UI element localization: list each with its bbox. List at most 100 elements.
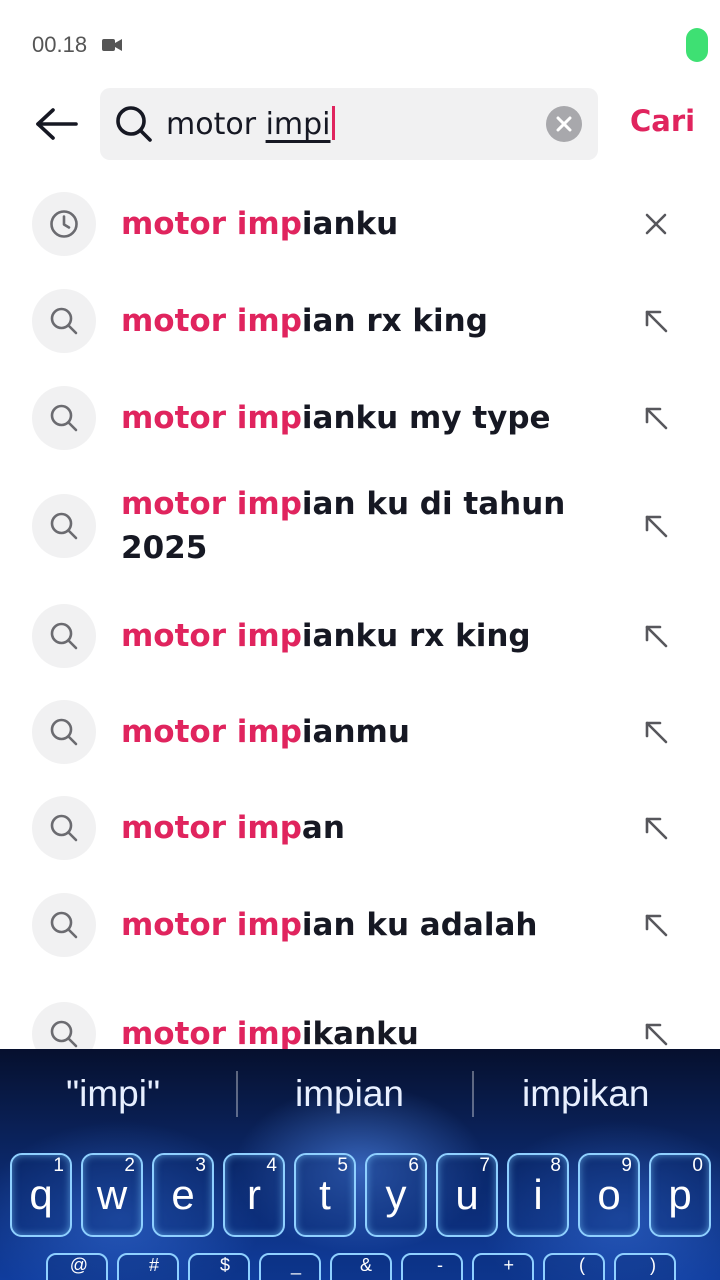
- key-row2[interactable]: @: [46, 1253, 108, 1280]
- suggestion-rest: ianku: [301, 206, 399, 242]
- key-row2[interactable]: _: [259, 1253, 321, 1280]
- divider: [472, 1071, 474, 1117]
- suggestion-match: motor imp: [121, 810, 302, 846]
- arrow-up-left-icon: [645, 817, 668, 840]
- search-submit-button[interactable]: Cari: [630, 104, 695, 138]
- suggestion-row[interactable]: motor impianmu: [0, 700, 720, 764]
- suggestion-row[interactable]: motor impianku: [0, 192, 720, 256]
- suggestion-row[interactable]: motor impian ku adalah: [0, 893, 720, 957]
- suggestion-icon-wrap: [32, 604, 96, 668]
- key-p[interactable]: 0p: [649, 1153, 711, 1237]
- key-row2[interactable]: ): [614, 1253, 676, 1280]
- suggestion-rest: ian rx king: [301, 303, 488, 339]
- suggestion-icon-wrap: [32, 494, 96, 558]
- search-icon: [50, 404, 78, 432]
- key-secondary-label: +: [503, 1255, 514, 1275]
- key-label: o: [597, 1171, 621, 1218]
- key-t[interactable]: 5t: [294, 1153, 356, 1237]
- arrow-up-left-icon: [645, 625, 668, 648]
- key-label: p: [668, 1171, 692, 1218]
- suggestion-row[interactable]: motor impianku my type: [0, 386, 720, 450]
- suggestion-text: motor impianku my type: [121, 396, 581, 440]
- suggestion-match: motor imp: [121, 714, 302, 750]
- arrow-up-left-icon: [645, 310, 668, 333]
- key-w[interactable]: 2w: [81, 1153, 143, 1237]
- key-e[interactable]: 3e: [152, 1153, 214, 1237]
- key-secondary-label: _: [290, 1255, 301, 1275]
- suggestion-row[interactable]: motor impian rx king: [0, 289, 720, 353]
- suggestion-text: motor impian ku di tahun 2025: [121, 482, 581, 570]
- key-label: w: [96, 1171, 128, 1218]
- search-query-prefix: motor: [166, 107, 266, 142]
- suggestion-match: motor imp: [121, 206, 302, 242]
- keyboard-suggestion[interactable]: "impi": [66, 1073, 160, 1115]
- suggestion-rest: ianmu: [301, 714, 410, 750]
- suggestion-icon-wrap: [32, 192, 96, 256]
- key-row2[interactable]: #: [117, 1253, 179, 1280]
- key-secondary-label: #: [148, 1255, 159, 1275]
- suggestion-rest: ikanku: [301, 1016, 419, 1052]
- remove-history-button[interactable]: [632, 200, 680, 248]
- key-u[interactable]: 7u: [436, 1153, 498, 1237]
- suggestion-icon-wrap: [32, 893, 96, 957]
- key-secondary-label: @: [69, 1255, 88, 1275]
- status-time: 00.18: [32, 32, 88, 57]
- video-camera-icon: [102, 39, 122, 51]
- battery-indicator: [686, 28, 708, 62]
- arrow-up-left-icon: [645, 721, 668, 744]
- suggestion-icon-wrap: [32, 386, 96, 450]
- search-query[interactable]: motor impi: [166, 106, 335, 143]
- key-secondary-label: ): [650, 1255, 656, 1275]
- suggestion-row[interactable]: motor impianku rx king: [0, 604, 720, 668]
- fill-query-button[interactable]: [632, 901, 680, 949]
- key-i[interactable]: 8i: [507, 1153, 569, 1237]
- suggestion-match: motor imp: [121, 400, 302, 436]
- suggestion-row[interactable]: motor impan: [0, 796, 720, 860]
- key-row2[interactable]: -: [401, 1253, 463, 1280]
- keyboard-suggestion[interactable]: impian: [295, 1073, 404, 1115]
- suggestion-icon-wrap: [32, 289, 96, 353]
- search-icon: [50, 814, 78, 842]
- key-row2[interactable]: (: [543, 1253, 605, 1280]
- key-row2[interactable]: +: [472, 1253, 534, 1280]
- suggestion-match: motor imp: [121, 907, 302, 943]
- key-o[interactable]: 9o: [578, 1153, 640, 1237]
- key-secondary-label: &: [359, 1255, 372, 1275]
- fill-query-button[interactable]: [632, 297, 680, 345]
- on-screen-keyboard: "impi" impian impikan 1q2w3e4r5t6y7u8i9o…: [0, 1049, 720, 1280]
- keyboard-suggestion[interactable]: impikan: [522, 1073, 650, 1115]
- fill-query-button[interactable]: [632, 394, 680, 442]
- suggestion-row[interactable]: motor impian ku di tahun 2025: [0, 474, 720, 578]
- fill-query-button[interactable]: [632, 708, 680, 756]
- search-input[interactable]: motor impi: [100, 88, 598, 160]
- fill-query-button[interactable]: [632, 612, 680, 660]
- arrow-up-left-icon: [645, 914, 668, 937]
- key-row2[interactable]: $: [188, 1253, 250, 1280]
- key-secondary-label: (: [579, 1255, 585, 1275]
- fill-query-button[interactable]: [632, 502, 680, 550]
- suggestion-rest: an: [301, 810, 345, 846]
- suggestion-match: motor imp: [121, 1016, 302, 1052]
- key-label: t: [319, 1171, 331, 1218]
- search-icon: [116, 106, 152, 142]
- suggestion-rest: ianku rx king: [301, 618, 531, 654]
- search-icon: [50, 512, 78, 540]
- divider: [236, 1071, 238, 1117]
- key-q[interactable]: 1q: [10, 1153, 72, 1237]
- key-r[interactable]: 4r: [223, 1153, 285, 1237]
- key-label: q: [29, 1171, 53, 1218]
- key-row2[interactable]: &: [330, 1253, 392, 1280]
- fill-query-button[interactable]: [632, 804, 680, 852]
- search-icon: [50, 718, 78, 746]
- arrow-left-icon: [36, 108, 78, 140]
- keyboard-suggestion-bar: "impi" impian impikan: [0, 1049, 720, 1139]
- search-icon: [50, 307, 78, 335]
- close-icon: [645, 213, 667, 235]
- status-bar: 00.18: [0, 0, 720, 88]
- key-y[interactable]: 6y: [365, 1153, 427, 1237]
- suggestion-icon-wrap: [32, 796, 96, 860]
- back-button[interactable]: [28, 100, 84, 148]
- clear-search-button[interactable]: [546, 106, 582, 142]
- search-query-composing: impi: [265, 107, 331, 142]
- suggestion-icon-wrap: [32, 700, 96, 764]
